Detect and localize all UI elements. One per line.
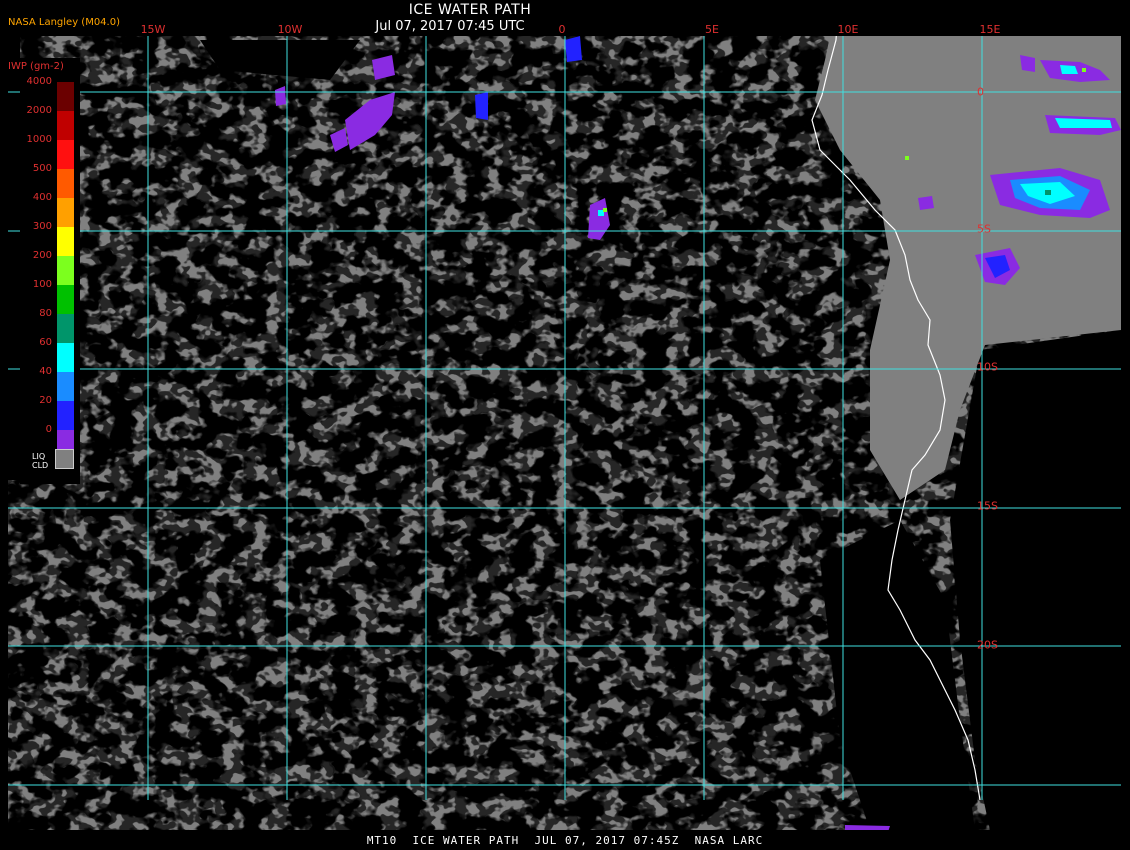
legend-swatch [57, 314, 74, 343]
legend-tick-label: 0 [45, 424, 52, 435]
latitude-label: 10S [977, 360, 998, 374]
longitude-label: 5E [705, 23, 719, 36]
latitude-label: 5S [977, 222, 991, 236]
legend-tick-label: 40 [39, 366, 52, 377]
producer-label: NASA Langley (M04.0) [8, 17, 120, 28]
liquid-cloud-swatch [55, 449, 74, 469]
legend-title: IWP (gm-2) [8, 61, 64, 72]
legend-swatch [57, 198, 74, 227]
footer-caption: MT10 ICE WATER PATH JUL 07, 2017 07:45Z … [366, 834, 764, 847]
legend-tick-label: 200 [32, 250, 52, 261]
legend-tick-label: 300 [32, 221, 52, 232]
right-margin [1121, 0, 1130, 850]
liquid-cloud-label: LIQ CLD [32, 452, 49, 470]
legend-tick-label: 100 [32, 279, 52, 290]
legend-swatch [57, 256, 74, 285]
latitude-label: 20S [977, 638, 998, 652]
legend-swatch [57, 285, 74, 314]
map-canvas [0, 0, 1130, 850]
legend-swatch [57, 111, 74, 140]
legend-tick-label: 4000 [26, 76, 52, 87]
left-margin [0, 0, 8, 850]
longitude-label: 15W [140, 23, 166, 36]
legend-swatch [57, 140, 74, 169]
longitude-label: 15E [979, 23, 1001, 36]
satellite-map-view: ICE WATER PATH Jul 07, 2017 07:45 UTC NA… [0, 0, 1130, 850]
legend-swatch [57, 401, 74, 430]
map-title: ICE WATER PATH [408, 2, 532, 18]
legend-swatch [57, 372, 74, 401]
latitude-label: 15S [977, 499, 998, 513]
legend-swatch [57, 82, 74, 111]
longitude-label: 0 [558, 23, 566, 36]
clear-ocean-region [8, 36, 20, 480]
legend-tick-label: 500 [32, 163, 52, 174]
latitude-label: 0 [977, 85, 984, 99]
legend-swatch [57, 227, 74, 256]
clear-ocean-region [950, 330, 1121, 830]
legend-swatch [57, 343, 74, 372]
longitude-label: 10E [837, 23, 859, 36]
longitude-label: 10W [277, 23, 303, 36]
legend-tick-label: 80 [39, 308, 52, 319]
legend-tick-label: 20 [39, 395, 52, 406]
map-timestamp: Jul 07, 2017 07:45 UTC [375, 19, 525, 34]
legend-tick-label: 2000 [26, 105, 52, 116]
legend-tick-label: 400 [32, 192, 52, 203]
legend-swatch [57, 169, 74, 198]
legend-tick-label: 60 [39, 337, 52, 348]
legend-tick-label: 1000 [26, 134, 52, 145]
